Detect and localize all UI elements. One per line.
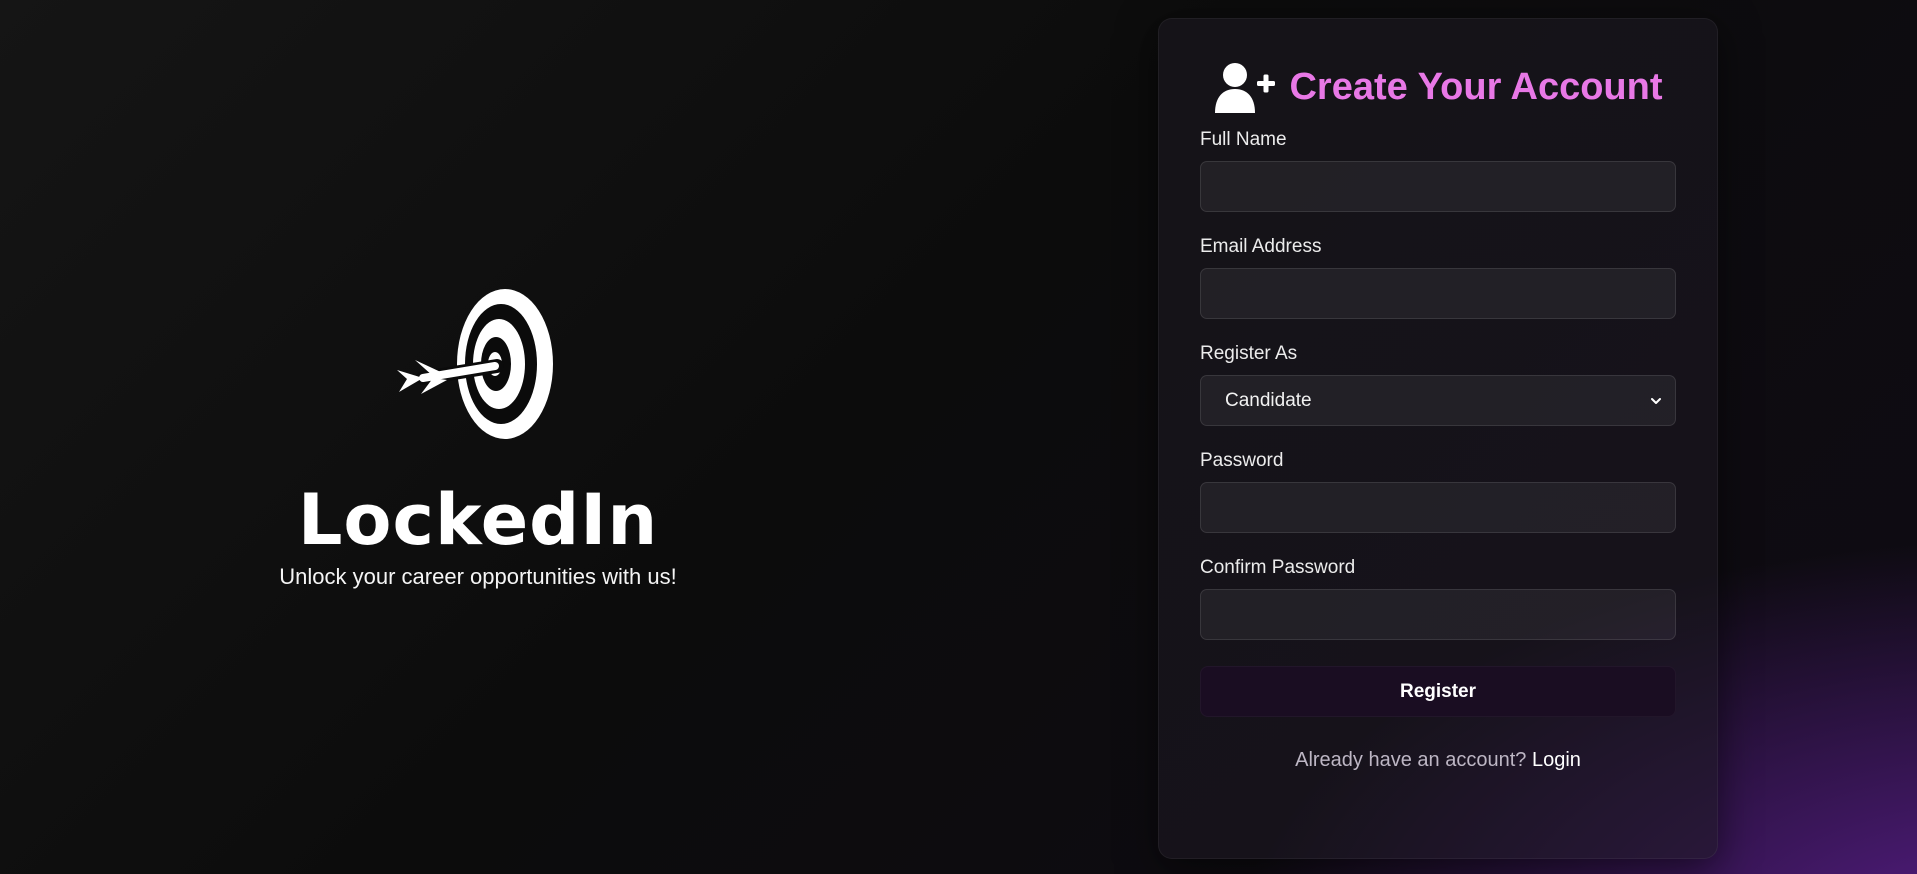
login-prompt: Already have an account? Login — [1200, 749, 1676, 772]
register-button[interactable]: Register — [1200, 666, 1676, 717]
register-as-group: Register As Candidate — [1200, 343, 1676, 426]
password-label: Password — [1200, 450, 1284, 471]
chevron-down-icon — [1651, 397, 1661, 404]
confirm-password-input[interactable] — [1200, 589, 1676, 640]
register-as-select[interactable]: Candidate — [1200, 375, 1676, 426]
target-arrow-icon — [397, 289, 553, 439]
full-name-input[interactable] — [1200, 161, 1676, 212]
email-label: Email Address — [1200, 236, 1322, 257]
confirm-password-label: Confirm Password — [1200, 557, 1356, 578]
full-name-group: Full Name — [1200, 129, 1676, 212]
card-header: Create Your Account — [1200, 59, 1676, 115]
confirm-password-group: Confirm Password — [1200, 557, 1676, 640]
user-plus-icon — [1215, 63, 1276, 113]
page-title: Create Your Account — [1289, 65, 1663, 108]
login-prompt-text: Already have an account? — [1295, 749, 1527, 771]
register-form: Full Name Email Address Register As Cand… — [1200, 129, 1676, 772]
email-group: Email Address — [1200, 236, 1676, 319]
brand-name: LockedIn — [297, 479, 659, 561]
password-input[interactable] — [1200, 482, 1676, 533]
register-card: Create Your Account Full Name Email Addr… — [1158, 18, 1718, 859]
brand-section: LockedIn Unlock your career opportunitie… — [228, 286, 728, 590]
full-name-label: Full Name — [1200, 129, 1287, 150]
login-link[interactable]: Login — [1532, 749, 1581, 771]
register-as-label: Register As — [1200, 343, 1298, 364]
password-group: Password — [1200, 450, 1676, 533]
email-input[interactable] — [1200, 268, 1676, 319]
brand-tagline: Unlock your career opportunities with us… — [279, 564, 677, 589]
register-as-selected-value: Candidate — [1225, 389, 1312, 411]
